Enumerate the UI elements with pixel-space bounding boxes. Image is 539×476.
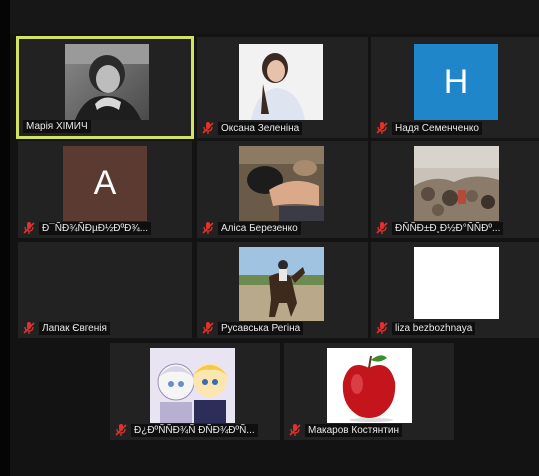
- participant-name: Ð¿ÐºÑÑÐ¾Ñ ÐÑÐ¾ÐºÑ...: [131, 423, 258, 437]
- participant-label: Русавська Регіна: [201, 321, 304, 335]
- participant-tile-maria-khimych[interactable]: Марія ХІМИЧ: [16, 36, 194, 139]
- participant-label: Аліса Березенко: [201, 221, 301, 235]
- participant-tile-makarov-kostiantyn[interactable]: Макаров Костянтин: [284, 343, 454, 440]
- participant-label: Макаров Костянтин: [288, 423, 402, 437]
- participant-name: Оксана Зеленіна: [218, 121, 303, 135]
- participant-name: Марія ХІМИЧ: [23, 120, 91, 133]
- participant-name: Аліса Березенко: [218, 221, 301, 235]
- participant-name: Надя Семенченко: [392, 121, 482, 135]
- avatar-initial: Н: [443, 62, 469, 101]
- participant-video: [150, 348, 235, 423]
- mic-muted-icon: [376, 122, 388, 134]
- mic-muted-icon: [202, 222, 214, 234]
- participant-label: Ð¿ÐºÑÑÐ¾Ñ ÐÑÐ¾ÐºÑ...: [114, 423, 258, 437]
- participant-video: [414, 146, 499, 221]
- avatar: Н: [414, 44, 498, 120]
- mic-muted-icon: [376, 222, 388, 234]
- participant-label: Марія ХІМИЧ: [23, 120, 91, 133]
- participant-tile-liza-bezbozhnaya[interactable]: liza bezbozhnaya: [371, 242, 539, 338]
- participant-video: [239, 44, 323, 120]
- participant-label: liza bezbozhnaya: [375, 321, 476, 335]
- participant-video: [414, 247, 499, 319]
- participant-name: Русавська Регіна: [218, 321, 304, 335]
- participant-label: Ð¯ÑÐ¾ÑÐµÐ½ÐºÐ¾...: [22, 221, 152, 235]
- participant-name: Ð¯ÑÐ¾ÑÐµÐ½ÐºÐ¾...: [39, 221, 152, 235]
- participant-tile-oksana-zelenina[interactable]: Оксана Зеленіна: [197, 37, 368, 138]
- participant-tile-lapak-yevheniia[interactable]: Лапак Євгенія: [18, 242, 192, 338]
- top-toolbar-area: [10, 0, 539, 34]
- participant-label: ÐÑÑÐ±Ð¸Ð½Ð°ÑÑÐº...: [375, 221, 504, 235]
- avatar-initial: А: [93, 164, 117, 202]
- mic-muted-icon: [202, 122, 214, 134]
- mic-muted-icon: [376, 322, 388, 334]
- participant-tile-nadia-semenchenko[interactable]: Н Надя Семенченко: [371, 37, 539, 138]
- participant-tile-10[interactable]: Ð¿ÐºÑÑÐ¾Ñ ÐÑÐ¾ÐºÑ...: [110, 343, 280, 440]
- mic-muted-icon: [23, 222, 35, 234]
- mic-muted-icon: [23, 322, 35, 334]
- participant-video: [327, 348, 412, 423]
- participant-tile-4[interactable]: А Ð¯ÑÐ¾ÑÐµÐ½ÐºÐ¾...: [18, 141, 192, 238]
- participant-tile-alisa-berezenko[interactable]: Аліса Березенко: [197, 141, 368, 238]
- participant-label: Оксана Зеленіна: [201, 121, 303, 135]
- mic-muted-icon: [202, 322, 214, 334]
- participant-video: [239, 247, 324, 321]
- participant-label: Надя Семенченко: [375, 121, 482, 135]
- participant-name: Лапак Євгенія: [39, 321, 110, 335]
- mic-muted-icon: [289, 424, 301, 436]
- participant-video: [239, 146, 324, 221]
- participant-tile-6[interactable]: ÐÑÑÐ±Ð¸Ð½Ð°ÑÑÐº...: [371, 141, 539, 238]
- mic-muted-icon: [115, 424, 127, 436]
- participant-label: Лапак Євгенія: [22, 321, 110, 335]
- participant-video: [65, 44, 149, 120]
- participant-name: ÐÑÑÐ±Ð¸Ð½Ð°ÑÑÐº...: [392, 221, 504, 235]
- avatar: А: [63, 146, 147, 221]
- participant-name: liza bezbozhnaya: [392, 321, 476, 335]
- participant-tile-rusavska-rehina[interactable]: Русавська Регіна: [197, 242, 368, 338]
- participant-name: Макаров Костянтин: [305, 423, 402, 437]
- window-left-edge: [0, 0, 10, 476]
